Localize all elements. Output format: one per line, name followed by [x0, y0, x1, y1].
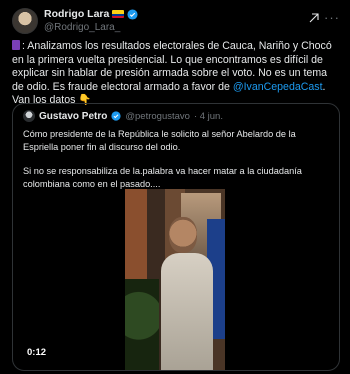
more-options-icon[interactable]: ··· — [324, 10, 340, 25]
video-timestamp: 0:12 — [27, 347, 47, 358]
quoted-paragraph-2: Si no se responsabiliza de la.palabra va… — [23, 166, 302, 189]
author-name-row: Rodrigo Lara — [44, 8, 138, 20]
author-name[interactable]: Rodrigo Lara — [44, 8, 109, 20]
colombia-flag-icon — [112, 10, 125, 18]
grok-icon[interactable] — [308, 12, 320, 24]
quoted-post-date: · 4 jun. — [193, 110, 223, 122]
quoted-post[interactable]: Gustavo Petro @petrogustavo · 4 jun. Cóm… — [12, 103, 340, 371]
quoted-post-header: Gustavo Petro @petrogustavo · 4 jun. — [23, 110, 223, 122]
author-avatar[interactable] — [12, 8, 38, 34]
video-person-head — [169, 217, 197, 253]
quoted-author-avatar — [23, 110, 35, 122]
author-handle[interactable]: @Rodrigo_Lara_ — [44, 22, 120, 33]
verified-badge-icon — [127, 8, 138, 20]
video-plant — [125, 279, 159, 370]
post-text: : Analizamos los resultados electorales … — [12, 40, 340, 108]
quoted-author-handle: @petrogustavo — [125, 110, 190, 122]
verified-badge-icon — [111, 111, 121, 121]
video-person-body — [161, 253, 213, 370]
video-player[interactable] — [125, 189, 225, 370]
quoted-paragraph-1: Cómo presidente de la República le solic… — [23, 129, 296, 152]
purple-square-icon — [12, 40, 20, 50]
post-header: Rodrigo Lara @Rodrigo_Lara_ ··· — [10, 6, 340, 40]
mention-link[interactable]: @IvanCepedaCast — [233, 81, 323, 93]
quoted-author-name: Gustavo Petro — [39, 110, 108, 122]
